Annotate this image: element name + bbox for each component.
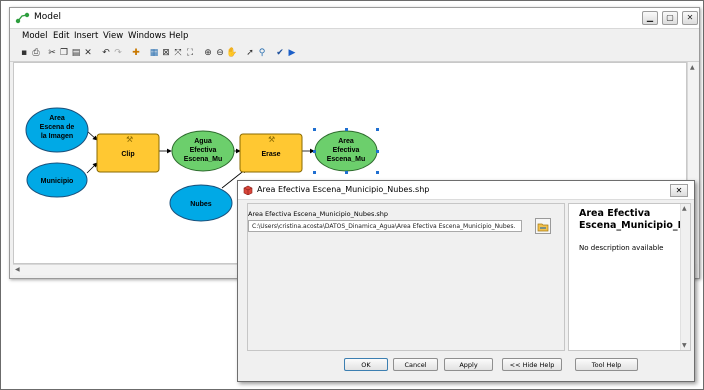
auto-layout-icon[interactable]: ▦ [148,47,160,59]
apply-button[interactable]: Apply [444,358,493,371]
screenshot-frame: Model ▁ ▢ ✕ Model Edit Insert View Windo… [0,0,704,390]
help-title-line1: Area Efectiva [579,208,651,219]
help-scroll-up-icon[interactable]: ▲ [682,205,687,212]
full-extent-icon[interactable]: ⊠ [160,47,172,59]
browse-folder-button[interactable] [535,218,551,234]
restore-button[interactable]: ▢ [662,11,678,25]
toolbar: ▪ ⎙ ✂ ❐ ▤ ✕ ↶ ↷ ✚ ▦ ⊠ ⤧ ⛶ ⊕ ⊖ ✋ ➚ ⚲ ✔ ▶ [10,45,699,62]
dialog-close-button[interactable]: ✕ [670,184,688,197]
tool-erase-label: Erase [261,151,280,158]
folder-icon [537,223,549,232]
input-municipio-label: Municipio [41,178,74,185]
model-window-title: Model [34,12,62,22]
output-agua-efectiva[interactable]: Agua Efectiva Escena_Mu [171,130,235,172]
help-scrollbar[interactable]: ▲ ▼ [680,204,690,350]
redo-icon[interactable]: ↷ [112,47,124,59]
model-titlebar: Model ▁ ▢ ✕ [10,8,699,29]
output-area-line3: Escena_Mu [327,156,366,163]
select-icon[interactable]: ➚ [244,47,256,59]
delete-icon[interactable]: ✕ [82,47,94,59]
add-data-icon[interactable]: ✚ [130,47,142,59]
input-area-escena-line3: la Imagen [41,133,73,140]
tool-clip[interactable]: ⚒ Clip [96,133,160,173]
tool-erase[interactable]: ⚒ Erase [239,133,303,173]
menu-insert[interactable]: Insert [74,31,98,41]
close-button[interactable]: ✕ [682,11,698,25]
connector-area-to-clip [86,130,98,141]
menu-model[interactable]: Model [22,31,48,41]
output-area-efectiva[interactable]: Area Efectiva Escena_Mu [313,128,379,174]
help-description: No description available [579,244,664,252]
scroll-left-icon[interactable]: ◀ [15,266,20,273]
help-title-line2: Escena_Municipio_Nu [579,220,691,231]
output-agua-line1: Agua [194,138,212,145]
minimize-button[interactable]: ▁ [642,11,658,25]
zoom-out-icon[interactable]: ⊖ [214,47,226,59]
hide-help-button[interactable]: << Hide Help [502,358,562,371]
paste-icon[interactable]: ▤ [70,47,82,59]
output-field-label: Area Efectiva Escena_Municipio_Nubes.shp [248,210,389,218]
help-pane: Area Efectiva Escena_Municipio_Nu No des… [568,203,691,351]
menu-view[interactable]: View [103,31,123,41]
undo-icon[interactable]: ↶ [100,47,112,59]
output-area-line1: Area [338,138,354,145]
zoom-in-icon[interactable]: ⊕ [202,47,214,59]
cancel-button[interactable]: Cancel [393,358,438,371]
tool-help-button[interactable]: Tool Help [575,358,638,371]
input-nubes[interactable]: Nubes [169,184,233,222]
cut-icon[interactable]: ✂ [46,47,58,59]
scroll-up-icon[interactable]: ▲ [690,64,695,71]
fit-icon[interactable]: ⤧ [172,47,184,59]
save-icon[interactable]: ▪ [18,47,30,59]
print-icon[interactable]: ⎙ [30,47,42,59]
dialog-title: Area Efectiva Escena_Municipio_Nubes.shp [257,185,430,194]
input-area-escena-line2: Escena de [40,124,75,131]
menu-help[interactable]: Help [169,31,188,41]
parameter-dialog: Area Efectiva Escena_Municipio_Nubes.shp… [237,180,695,382]
dialog-titlebar: Area Efectiva Escena_Municipio_Nubes.shp… [238,181,694,200]
output-path-input[interactable]: C:\Users\cristina.acosta\DATOS_Dinamica_… [248,220,522,232]
input-area-escena[interactable]: Area Escena de la Imagen [25,107,89,153]
clip-hammer-icon: ⚒ [126,135,133,144]
output-area-line2: Efectiva [333,147,360,154]
input-nubes-label: Nubes [190,201,212,208]
help-scroll-down-icon[interactable]: ▼ [682,342,687,349]
ok-button[interactable]: OK [344,358,388,371]
connect-icon[interactable]: ⚲ [256,47,268,59]
output-agua-line2: Efectiva [190,147,217,154]
dialog-tool-icon [243,185,253,195]
validate-icon[interactable]: ✔ [274,47,286,59]
menu-edit[interactable]: Edit [53,31,69,41]
pan-icon[interactable]: ✋ [226,47,238,59]
erase-hammer-icon: ⚒ [268,135,275,144]
connector-municipio-to-clip [86,162,98,174]
menu-windows[interactable]: Windows [128,31,166,41]
zoom-extent-icon[interactable]: ⛶ [184,47,196,59]
output-agua-line3: Escena_Mu [184,156,223,163]
input-area-escena-line1: Area [49,115,65,122]
model-app-icon [15,12,30,24]
copy-icon[interactable]: ❐ [58,47,70,59]
input-municipio[interactable]: Municipio [26,162,88,198]
tool-clip-label: Clip [121,151,134,158]
menubar: Model Edit Insert View Windows Help [10,29,699,45]
run-icon[interactable]: ▶ [286,47,298,59]
